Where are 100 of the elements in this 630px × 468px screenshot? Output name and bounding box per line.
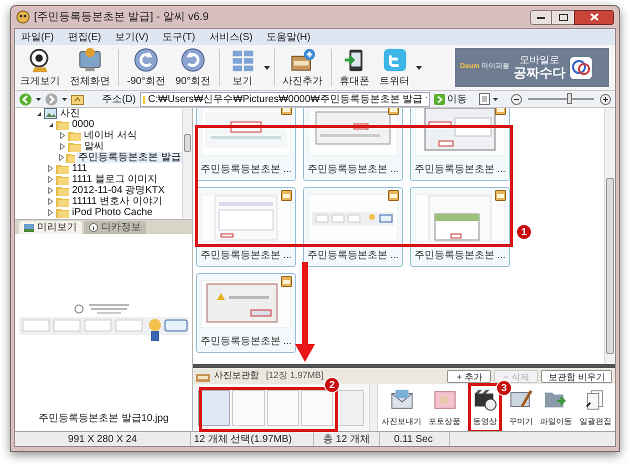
expanded-arrow-icon[interactable]: [48, 122, 54, 128]
thumbnail-caption: 주민등록등본초본 ...: [307, 163, 399, 177]
tree-item[interactable]: 주민등록등본초본 발급: [77, 152, 182, 163]
scrollbar[interactable]: [369, 384, 378, 431]
image-file-icon: [281, 276, 292, 287]
tree-item[interactable]: 사진: [59, 108, 81, 119]
thumbnail-card[interactable]: 주민등록등본초본 ...: [410, 187, 510, 267]
thumbnail-caption: 주민등록등본초본 ...: [200, 335, 292, 349]
thumbnail-card[interactable]: 주민등록등본초본 ...: [303, 108, 403, 181]
thumbnail-caption: 주민등록등본초본 ...: [307, 249, 399, 263]
tray-count: [12장 1.97MB]: [266, 369, 324, 382]
tray-action-button[interactable]: 파일이동: [540, 388, 572, 428]
image-file-icon: [281, 190, 292, 201]
toolbar-button[interactable]: 크게보기: [15, 45, 65, 90]
status-text: 총 12 개체: [314, 432, 380, 446]
minimize-button[interactable]: [530, 10, 552, 24]
collapsed-arrow-icon[interactable]: [59, 154, 64, 161]
toolbar-button[interactable]: -90°회전: [122, 45, 170, 90]
zoom-out-icon[interactable]: [511, 94, 522, 104]
panel-tab[interactable]: 미리보기: [19, 221, 82, 234]
tray-button[interactable]: 보관함 비우기: [541, 370, 612, 382]
landscape-icon: [24, 224, 34, 232]
banner-headline: 공짜수다: [513, 66, 566, 80]
toolbar-button[interactable]: 휴대폰: [334, 45, 375, 90]
menu-item[interactable]: 서비스(S): [209, 30, 253, 44]
tray-button[interactable]: + 추가: [447, 370, 492, 382]
back-icon[interactable]: [19, 92, 32, 106]
thumbnail-card[interactable]: 주민등록등본초본 ...: [303, 187, 403, 267]
caret-icon[interactable]: [62, 98, 67, 100]
tray-action-button[interactable]: 동영상: [472, 388, 497, 428]
image-file-icon: [495, 190, 506, 201]
collapsed-arrow-icon[interactable]: [48, 209, 53, 216]
caret-icon: [264, 66, 270, 70]
collapsed-arrow-icon[interactable]: [60, 143, 65, 150]
tree-item[interactable]: iPod Photo Cache: [71, 207, 154, 218]
collapsed-arrow-icon[interactable]: [48, 187, 53, 194]
tree-item[interactable]: 알씨: [83, 141, 105, 152]
banner-text: 모바일로: [519, 54, 560, 66]
toolbar-button[interactable]: 트위터: [374, 45, 415, 90]
thumbnail-caption: 주민등록등본초본 ...: [414, 163, 506, 177]
go-button[interactable]: 이동: [434, 92, 467, 106]
window-title: [주민등록등본초본 발급] - 알씨 v6.9: [34, 10, 209, 25]
caret-icon[interactable]: [36, 98, 41, 100]
tray-action-button[interactable]: 사진보내기: [382, 388, 422, 428]
folder-up-icon[interactable]: [71, 94, 84, 104]
thumbnail-card[interactable]: 주민등록등본초본 ...: [410, 108, 510, 181]
tray-action-button[interactable]: 일괄편집: [579, 388, 612, 428]
caret-icon: [416, 66, 422, 70]
address-label: 주소(D): [102, 92, 136, 106]
menu-item[interactable]: 편집(E): [68, 30, 102, 44]
toolbar-button[interactable]: 사진추가: [278, 45, 328, 90]
toolbar-button[interactable]: 전체화면: [65, 45, 115, 90]
photo-folder-icon: [44, 108, 57, 119]
toolbar-button[interactable]: 90°회전: [170, 45, 216, 90]
tree-item[interactable]: 네이버 서식: [83, 130, 138, 141]
envelope-photo-icon: [390, 388, 414, 412]
film-reel-icon: [472, 388, 497, 412]
zoom-in-icon[interactable]: [600, 94, 611, 104]
tree-item[interactable]: 111: [71, 163, 88, 174]
expanded-arrow-icon[interactable]: [36, 110, 42, 116]
info-icon: [89, 223, 98, 232]
menu-item[interactable]: 도움말(H): [266, 30, 310, 44]
tree-item[interactable]: 11111 변호사 이야기: [71, 196, 164, 207]
tree-item[interactable]: 1111 블로그 이미지: [71, 174, 159, 185]
collapsed-arrow-icon[interactable]: [48, 198, 53, 205]
tray-action-button[interactable]: 꾸미기: [509, 388, 534, 428]
maximize-button[interactable]: [552, 10, 574, 24]
tray-title: 사진보관함: [214, 369, 259, 382]
thumbnail-card[interactable]: 주민등록등본초본 ...: [196, 273, 296, 353]
zoom-slider-thumb[interactable]: [566, 93, 572, 104]
address-field[interactable]: C:₩Users₩신우수₩Pictures₩0000₩주민등록등본초본 발급: [140, 92, 430, 106]
thumbnail-card[interactable]: 주민등록등본초본 ...: [196, 187, 296, 267]
image-file-icon: [388, 190, 399, 201]
monitor-icon: [77, 46, 103, 72]
thumbnail-caption: 주민등록등본초본 ...: [200, 163, 292, 177]
app-logo-icon: [16, 10, 30, 24]
close-button[interactable]: [574, 10, 614, 24]
thumbnail-card[interactable]: 주민등록등본초본 ...: [196, 108, 296, 181]
preview-filename: 주민등록등본초본 발급10.jpg: [38, 412, 169, 426]
tree-item[interactable]: 0000: [71, 119, 96, 130]
go-arrow-icon: [434, 94, 445, 104]
menu-item[interactable]: 보기(V): [115, 30, 148, 44]
panel-tab[interactable]: 디카정보: [84, 221, 146, 234]
collapsed-arrow-icon[interactable]: [60, 132, 65, 139]
thumbnail-caption: 주민등록등본초본 ...: [200, 249, 292, 263]
menu-item[interactable]: 도구(T): [162, 30, 196, 44]
scrollbar[interactable]: [604, 108, 615, 364]
scrollbar[interactable]: [182, 108, 192, 219]
status-text: 12 개체 선택(1.97MB): [191, 432, 314, 446]
collapsed-arrow-icon[interactable]: [48, 176, 53, 183]
minimize-icon: [537, 16, 545, 18]
status-text: 991 X 280 X 24: [15, 432, 191, 446]
tray-action-button[interactable]: 포토상품: [428, 388, 461, 428]
view-options-icon[interactable]: [479, 93, 499, 105]
forward-icon[interactable]: [45, 92, 58, 106]
tree-item[interactable]: 2012-11-04 광명KTX: [71, 185, 166, 196]
toolbar-button[interactable]: 보기: [222, 45, 263, 90]
menu-item[interactable]: 파일(F): [21, 30, 54, 44]
collapsed-arrow-icon[interactable]: [48, 165, 53, 172]
status-text: 0.11 Sec: [380, 432, 450, 446]
